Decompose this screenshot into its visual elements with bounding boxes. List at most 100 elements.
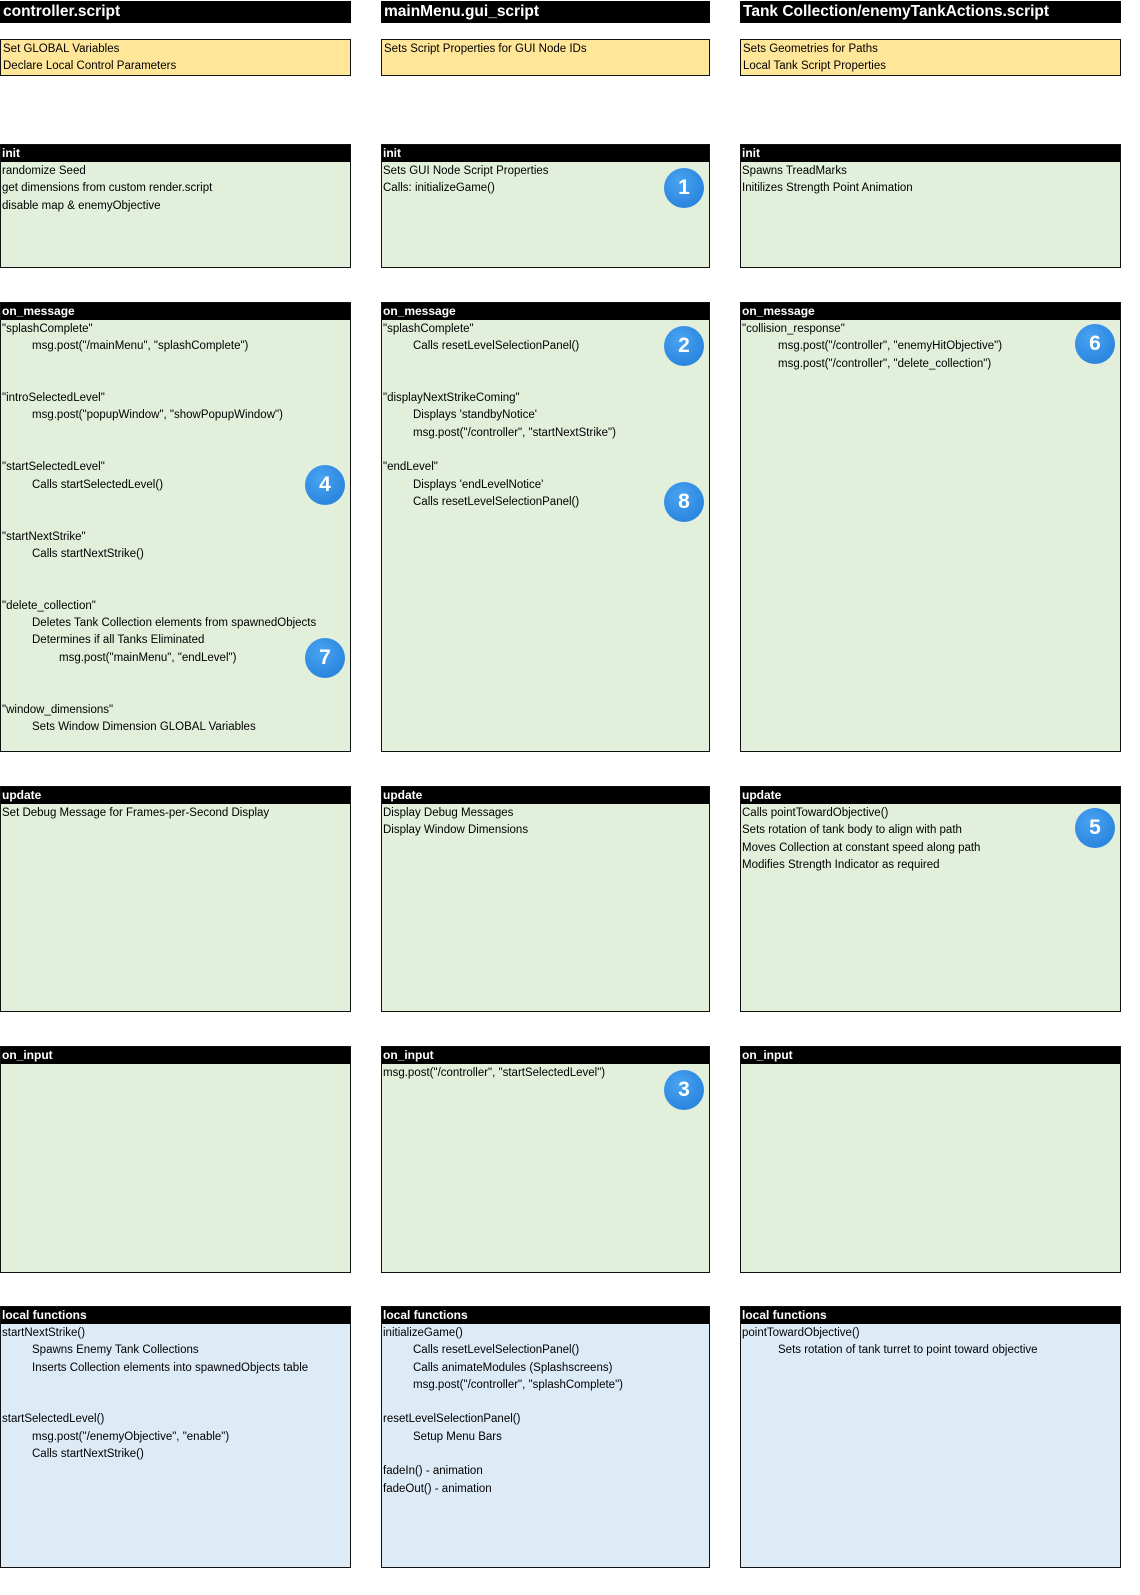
section-line: initializeGame() <box>383 1327 463 1339</box>
section-line: Display Debug Messages <box>383 807 514 819</box>
section-line: get dimensions from custom render.script <box>2 182 213 195</box>
section-body <box>1 1064 350 1066</box>
section-line: msg.post("mainMenu", "endLevel") <box>59 651 237 664</box>
summary-line: Local Tank Script Properties <box>743 60 886 73</box>
section-body: Sets GUI Node Script Properties Calls: in… <box>382 162 709 209</box>
section-line: Calls: initializeGame() <box>383 182 495 195</box>
section-line: msg.post("/mainMenu", "splashComplete") <box>32 340 249 353</box>
summary-line: Sets Geometries for Paths <box>743 43 878 55</box>
section-line: Calls startSelectedLevel() <box>32 478 164 491</box>
step-number-badge: 8 <box>664 482 704 523</box>
section-line: Calls animateModules (Splashscreens) <box>413 1361 613 1374</box>
section-line: Calls resetLevelSelectionPanel() <box>413 495 580 508</box>
section-line: msg.post("popupWindow", "showPopupWindow… <box>32 409 283 422</box>
section-line: pointTowardObjective() <box>742 1327 860 1339</box>
section-line: Displays 'standbyNotice' <box>413 409 537 422</box>
section-line: msg.post("/controller", "enemyHitObjecti… <box>778 340 1003 353</box>
init-section: init randomize Seed get dimensions from cu… <box>0 144 351 268</box>
section-line: Sets Window Dimension GLOBAL Variables <box>32 720 256 733</box>
section-body: Calls pointTowardObjective() Sets rotatio… <box>741 804 1120 875</box>
section-header: update <box>741 787 1120 804</box>
section-body: Display Debug Messages Display Window Dim… <box>382 804 709 841</box>
section-body <box>741 1064 1120 1066</box>
section-line: "endLevel" <box>383 461 438 474</box>
section-line: msg.post("/controller", "splashComplete"… <box>413 1378 623 1391</box>
section-line: "startNextStrike" <box>2 530 86 543</box>
section-line: "delete_collection" <box>2 599 96 612</box>
section-header: on_input <box>382 1047 709 1064</box>
update-section: update Set Debug Message for Frames-per-S… <box>0 786 351 1012</box>
script-title: mainMenu.gui_script <box>381 1 710 23</box>
section-line: msg.post("/controller", "delete_collecti… <box>778 357 992 370</box>
on-message-section: on_message "splashComplete" Calls resetLev… <box>381 302 710 752</box>
summary-line: Declare Local Control Parameters <box>3 60 177 73</box>
section-line: "collision_response" <box>742 323 845 335</box>
section-line: msg.post("/enemyObjective", "enable") <box>32 1430 230 1443</box>
summary-line: Set GLOBAL Variables <box>3 43 120 55</box>
section-line: Spawns Enemy Tank Collections <box>32 1344 199 1357</box>
init-section: init Sets GUI Node Script Properties Calls… <box>381 144 710 268</box>
section-header: update <box>1 787 350 804</box>
script-title: Tank Collection/enemyTankActions.script <box>740 1 1121 23</box>
section-line: Calls resetLevelSelectionPanel() <box>413 1344 580 1357</box>
section-line: Display Window Dimensions <box>383 824 529 837</box>
section-line: startSelectedLevel() <box>2 1413 105 1426</box>
section-line: msg.post("/controller", "startNextStrike… <box>413 426 616 439</box>
section-line: Determines if all Tanks Eliminated <box>32 634 205 647</box>
step-number-badge: 5 <box>1075 807 1115 848</box>
on-input-section: on_input <box>0 1046 351 1273</box>
section-header: init <box>1 145 350 162</box>
section-line: Calls startNextStrike() <box>32 547 144 560</box>
script-summary-box: Sets Geometries for Paths Local Tank Scri… <box>740 39 1121 76</box>
section-line: Moves Collection at constant speed along… <box>742 841 981 854</box>
section-line: Calls pointTowardObjective() <box>742 807 889 819</box>
local-functions-section: local functions startNextStrike() Spawns E… <box>0 1306 351 1568</box>
section-line: disable map & enemyObjective <box>2 199 161 212</box>
update-section: update Display Debug Messages Display Wind… <box>381 786 710 1012</box>
script-title: controller.script <box>0 1 351 23</box>
section-header: on_message <box>382 303 709 320</box>
section-line: "splashComplete" <box>383 323 474 335</box>
section-line: Set Debug Message for Frames-per-Second … <box>2 807 270 819</box>
section-line: Calls startNextStrike() <box>32 1448 144 1461</box>
section-body: Set Debug Message for Frames-per-Second … <box>1 804 350 823</box>
step-number-badge: 6 <box>1075 323 1115 364</box>
section-body: startNextStrike() Spawns Enemy Tank Colle… <box>1 1324 350 1464</box>
section-line: "startSelectedLevel" <box>2 461 105 474</box>
update-section: update Calls pointTowardObjective() Sets r… <box>740 786 1121 1012</box>
local-functions-section: local functions pointTowardObjective() Set… <box>740 1306 1121 1568</box>
section-line: Sets rotation of tank turret to point to… <box>778 1344 1038 1357</box>
section-body: "splashComplete" msg.post("/mainMenu", "s… <box>1 320 350 737</box>
section-line: resetLevelSelectionPanel() <box>383 1413 521 1426</box>
section-body: "splashComplete" Calls resetLevelSelectio… <box>382 320 709 523</box>
section-line: "window_dimensions" <box>2 703 114 716</box>
section-line: "displayNextStrikeComing" <box>383 392 520 405</box>
section-line: Sets GUI Node Script Properties <box>383 165 549 177</box>
section-body: randomize Seed get dimensions from custom… <box>1 162 350 216</box>
section-body: initializeGame() Calls resetLevelSelectio… <box>382 1324 709 1499</box>
step-number-badge: 7 <box>305 637 345 678</box>
section-line: Spawns TreadMarks <box>742 165 847 177</box>
section-line: "introSelectedLevel" <box>2 392 105 405</box>
section-line: randomize Seed <box>2 165 86 177</box>
summary-line: Sets Script Properties for GUI Node IDs <box>384 43 587 55</box>
on-message-section: on_message "splashComplete" msg.post("/mai… <box>0 302 351 752</box>
script-summary-box: Set GLOBAL Variables Declare Local Contro… <box>0 39 351 76</box>
on-message-section: on_message "collision_response" msg.post("… <box>740 302 1121 752</box>
section-body: msg.post("/controller", "startSelectedLe… <box>382 1064 709 1111</box>
step-number-badge: 4 <box>305 464 345 505</box>
section-line: "splashComplete" <box>2 323 93 335</box>
section-line: fadeIn() - animation <box>383 1465 483 1478</box>
section-header: init <box>741 145 1120 162</box>
section-header: on_input <box>1 1047 350 1064</box>
